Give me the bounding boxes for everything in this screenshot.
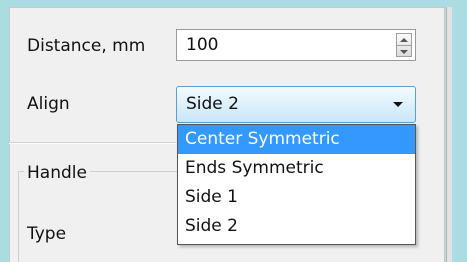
spin-down-button[interactable] bbox=[397, 45, 411, 57]
dropdown-option-side-2[interactable]: Side 2 bbox=[178, 212, 415, 241]
chevron-down-icon[interactable] bbox=[393, 102, 403, 107]
align-label: Align bbox=[27, 94, 70, 114]
align-combobox[interactable]: Side 2 bbox=[176, 86, 416, 123]
dropdown-option-center-symmetric[interactable]: Center Symmetric bbox=[178, 125, 415, 154]
distance-spinbox[interactable]: 100 bbox=[176, 29, 416, 61]
handle-group-box bbox=[18, 171, 188, 262]
distance-value[interactable]: 100 bbox=[186, 35, 218, 55]
handle-group-title: Handle bbox=[24, 163, 90, 183]
section-divider bbox=[9, 142, 176, 144]
spin-up-button[interactable] bbox=[397, 34, 411, 45]
up-arrow-icon bbox=[400, 37, 408, 42]
distance-spin-buttons[interactable] bbox=[396, 33, 412, 57]
panel-splitter[interactable] bbox=[446, 7, 452, 262]
distance-label: Distance, mm bbox=[27, 36, 146, 56]
align-selected-value: Side 2 bbox=[186, 94, 239, 114]
align-dropdown-list[interactable]: Center Symmetric Ends Symmetric Side 1 S… bbox=[177, 124, 416, 245]
type-label: Type bbox=[27, 224, 67, 244]
dropdown-option-side-1[interactable]: Side 1 bbox=[178, 183, 415, 212]
down-arrow-icon bbox=[400, 49, 408, 54]
dropdown-option-ends-symmetric[interactable]: Ends Symmetric bbox=[178, 154, 415, 183]
